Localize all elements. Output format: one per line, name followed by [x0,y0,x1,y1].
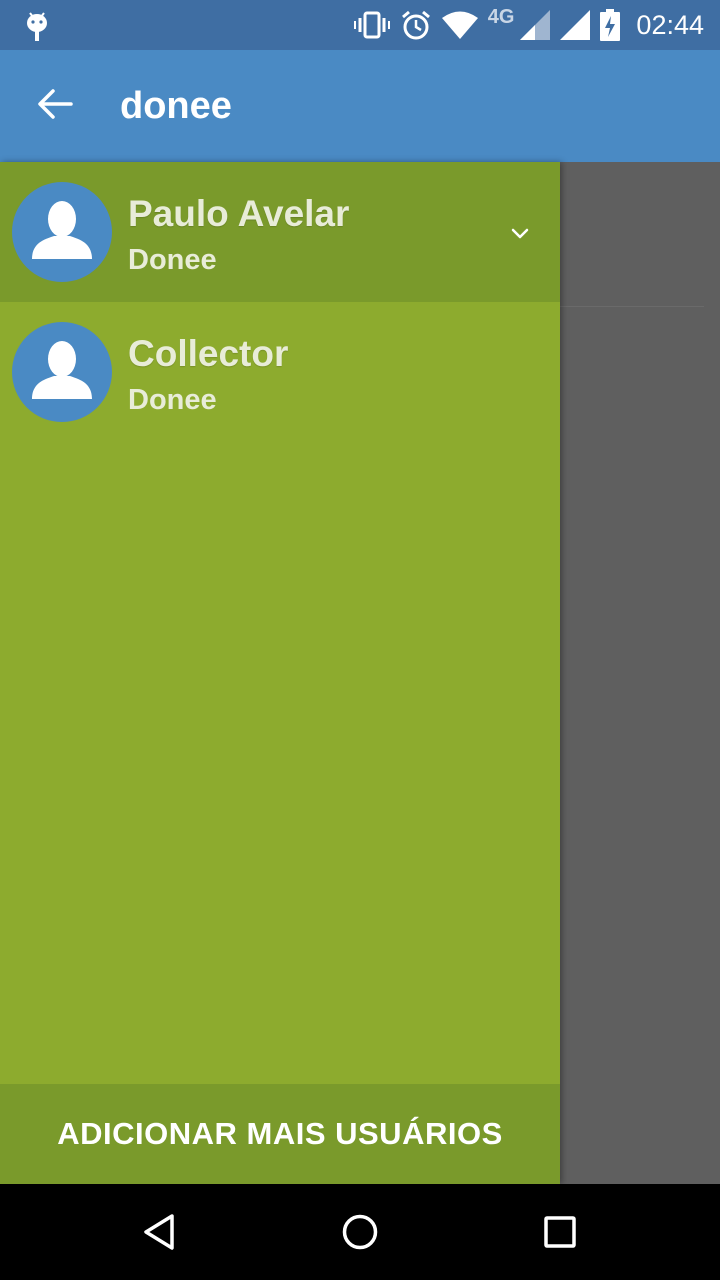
account-role: Donee [128,384,217,416]
signal-icon [560,10,591,40]
user-silhouette-icon [32,341,92,399]
navigation-drawer: Paulo Avelar Donee Collector Donee ADICI… [0,162,560,1184]
avatar [12,182,112,282]
user-silhouette-icon [32,201,92,259]
app-bar: donee [0,50,720,162]
signal-icon [520,10,551,40]
chevron-down-icon[interactable] [505,218,535,248]
battery-charging-icon [600,9,621,41]
system-navigation-bar [0,1184,720,1280]
android-debug-icon [24,10,50,42]
nav-recents-icon[interactable] [536,1208,584,1256]
account-name: Collector [128,333,289,374]
avatar [12,322,112,422]
account-name: Paulo Avelar [128,193,350,234]
back-button[interactable] [30,84,80,128]
page-title: donee [120,85,232,127]
nav-home-icon[interactable] [336,1208,384,1256]
arrow-back-icon [37,88,73,125]
account-role: Donee [128,244,217,276]
nav-back-icon[interactable] [136,1208,184,1256]
add-users-label: ADICIONAR MAIS USUÁRIOS [57,1116,503,1151]
divider [560,306,704,307]
wifi-icon [441,11,478,39]
alarm-icon [400,9,432,41]
account-item[interactable]: Collector Donee [0,302,560,442]
vibrate-icon [353,10,390,40]
account-item-active[interactable]: Paulo Avelar Donee [0,162,560,302]
network-type-label: 4G [487,5,515,28]
clock: 02:44 [636,9,704,40]
status-bar: 4G 02:44 [0,0,720,50]
add-users-button[interactable]: ADICIONAR MAIS USUÁRIOS [0,1084,560,1184]
